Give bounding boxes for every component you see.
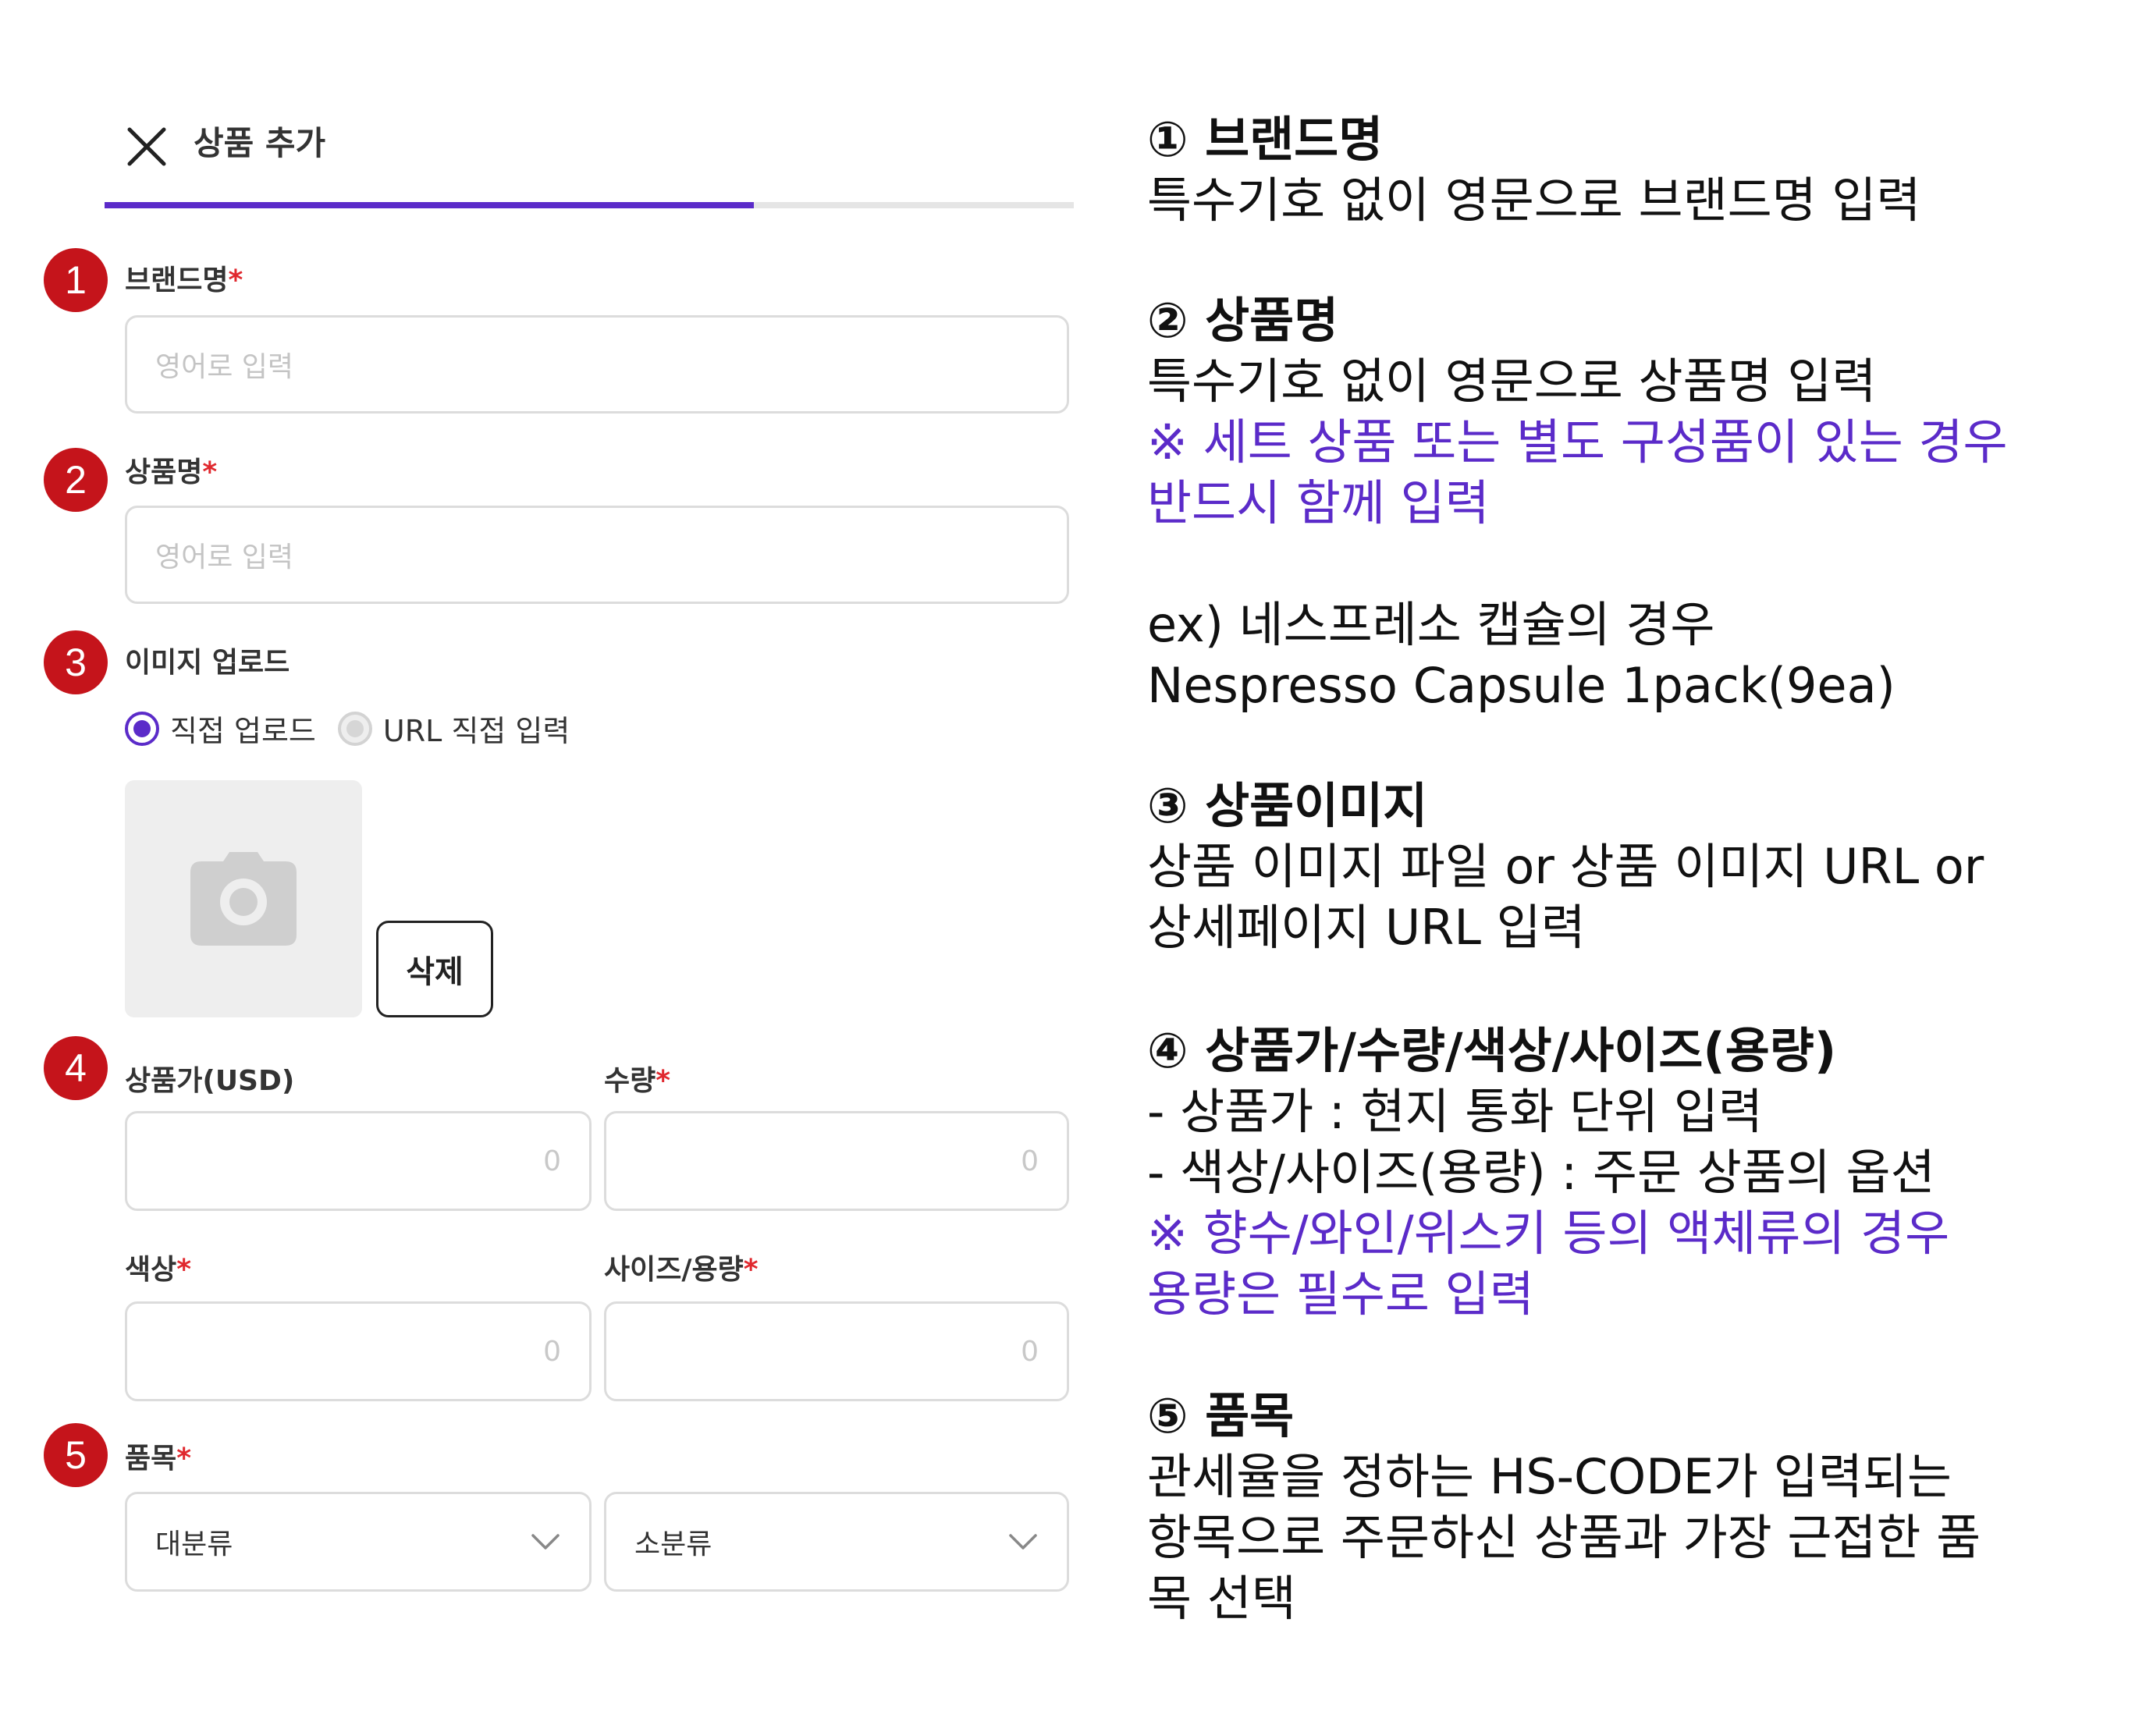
- price-input[interactable]: 0: [125, 1111, 592, 1211]
- desc-image-title: ③ 상품이미지: [1147, 777, 1428, 834]
- desc-brand: ① 브랜드명 특수기호 없이 영문으로 브랜드명 입력: [1147, 109, 2115, 231]
- desc-product-name-note-2: 반드시 함께 입력: [1147, 474, 1490, 531]
- desc-price-line-2: - 색상/사이즈(용량) : 주문 상품의 옵션: [1147, 1144, 1935, 1201]
- step-badge-4: 4: [44, 1036, 108, 1100]
- category-minor-value: 소분류: [634, 1528, 712, 1560]
- desc-image-line-1: 상품 이미지 파일 or 상품 이미지 URL or: [1147, 838, 1984, 895]
- radio-url-input[interactable]: URL 직접 입력: [337, 707, 570, 750]
- desc-example-line-1: ex) 네스프레소 캡슐의 경우: [1147, 596, 1715, 653]
- radio-direct-upload-indicator[interactable]: [125, 711, 159, 746]
- progress-bar: [105, 202, 1074, 208]
- radio-url-input-indicator[interactable]: [337, 711, 372, 746]
- desc-brand-line: 특수기호 없이 영문으로 브랜드명 입력: [1147, 172, 1921, 229]
- desc-product-name-line: 특수기호 없이 영문으로 상품명 입력: [1147, 353, 1877, 410]
- chevron-down-icon: [1009, 1534, 1037, 1550]
- image-preview[interactable]: [125, 780, 362, 1017]
- size-input-placeholder: 0: [1021, 1335, 1039, 1368]
- brand-input[interactable]: 영어로 입력: [125, 315, 1069, 414]
- step-badge-1: 1: [44, 248, 108, 312]
- desc-price-note-1: ※ 향수/와인/위스키 등의 액체류의 경우: [1147, 1205, 1950, 1262]
- page-title: 상품 추가: [194, 124, 326, 162]
- close-icon[interactable]: [125, 125, 169, 169]
- color-input-placeholder: 0: [543, 1335, 561, 1368]
- brand-label: 브랜드명*: [125, 264, 243, 296]
- desc-price-line-1: - 상품가 : 현지 통화 단위 입력: [1147, 1083, 1763, 1140]
- quantity-label: 수량*: [604, 1065, 671, 1097]
- desc-price: ④ 상품가/수량/색상/사이즈(용량) - 상품가 : 현지 통화 단위 입력 …: [1147, 1021, 2115, 1325]
- desc-image: ③ 상품이미지 상품 이미지 파일 or 상품 이미지 URL or 상세페이지…: [1147, 776, 2115, 958]
- step-badge-2: 2: [44, 448, 108, 512]
- category-label: 품목*: [125, 1443, 192, 1475]
- category-major-select[interactable]: 대분류: [125, 1492, 592, 1592]
- desc-image-line-2: 상세페이지 URL 입력: [1147, 899, 1586, 956]
- desc-category-title: ⑤ 품목: [1147, 1387, 1295, 1444]
- desc-price-title: ④ 상품가/수량/색상/사이즈(용량): [1147, 1022, 1837, 1079]
- quantity-input[interactable]: 0: [604, 1111, 1069, 1211]
- color-label: 색상*: [125, 1254, 192, 1286]
- size-label: 사이즈/용량*: [604, 1254, 759, 1286]
- progress-fill: [105, 202, 755, 208]
- category-major-value: 대분류: [155, 1528, 233, 1560]
- radio-direct-upload[interactable]: 직접 업로드: [125, 707, 316, 750]
- desc-product-name: ② 상품명 특수기호 없이 영문으로 상품명 입력 ※ 세트 상품 또는 별도 …: [1147, 290, 2115, 716]
- radio-url-input-label: URL 직접 입력: [382, 714, 570, 748]
- radio-direct-upload-label: 직접 업로드: [170, 714, 316, 748]
- desc-price-note-2: 용량은 필수로 입력: [1147, 1266, 1534, 1322]
- step-badge-3: 3: [44, 630, 108, 694]
- category-minor-select[interactable]: 소분류: [604, 1492, 1069, 1592]
- desc-category: ⑤ 품목 관세율을 정하는 HS-CODE가 입력되는 항목으로 주문하신 상품…: [1147, 1386, 2115, 1629]
- desc-product-name-title: ② 상품명: [1147, 292, 1339, 349]
- desc-category-line-1: 관세율을 정하는 HS-CODE가 입력되는: [1147, 1448, 1952, 1505]
- desc-brand-title: ① 브랜드명: [1147, 111, 1384, 168]
- product-name-input[interactable]: 영어로 입력: [125, 506, 1069, 604]
- price-input-placeholder: 0: [543, 1145, 561, 1177]
- color-input[interactable]: 0: [125, 1301, 592, 1401]
- size-input[interactable]: 0: [604, 1301, 1069, 1401]
- camera-icon: [190, 852, 297, 946]
- quantity-input-placeholder: 0: [1021, 1145, 1039, 1177]
- chevron-down-icon: [531, 1534, 560, 1550]
- desc-example-line-2: Nespresso Capsule 1pack(9ea): [1147, 657, 1896, 714]
- desc-category-line-2: 항목으로 주문하신 상품과 가장 근접한 품: [1147, 1509, 1981, 1566]
- brand-input-placeholder: 영어로 입력: [155, 351, 294, 383]
- delete-image-button[interactable]: 삭제: [376, 921, 493, 1017]
- product-name-input-placeholder: 영어로 입력: [155, 541, 294, 573]
- product-name-label: 상품명*: [125, 456, 218, 488]
- desc-category-line-3: 목 선택: [1147, 1570, 1296, 1627]
- desc-product-name-note-1: ※ 세트 상품 또는 별도 구성품이 있는 경우: [1147, 414, 2008, 470]
- step-badge-5: 5: [44, 1423, 108, 1487]
- image-upload-label: 이미지 업로드: [125, 647, 290, 679]
- upload-method-radios: 직접 업로드 URL 직접 입력: [125, 707, 592, 750]
- price-label: 상품가(USD): [125, 1065, 295, 1097]
